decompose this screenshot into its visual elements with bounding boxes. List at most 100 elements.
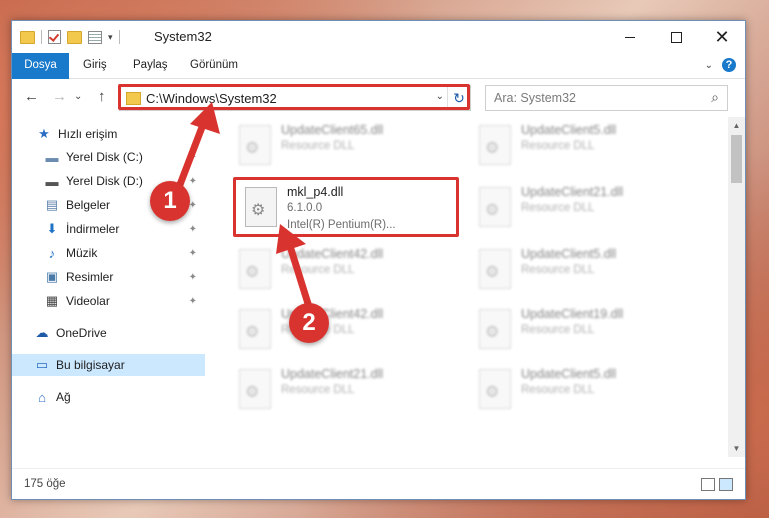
window-title: System32 — [154, 29, 212, 44]
pictures-icon: ▣ — [45, 269, 59, 284]
network-icon: ⌂ — [38, 389, 46, 405]
computer-icon: ▭ — [35, 357, 49, 372]
up-button[interactable]: ↑ — [98, 88, 106, 105]
file-item[interactable]: UpdateClient5.dll Resource DLL — [463, 117, 693, 173]
explorer-window: ▾ System32 ✕ Dosya Giriş Paylaş Görünüm … — [11, 20, 746, 500]
file-item[interactable]: UpdateClient42.dll Resource DLL — [223, 301, 453, 357]
documents-icon: ▤ — [45, 197, 59, 212]
dll-file-icon — [479, 309, 511, 349]
properties-check-icon[interactable] — [48, 30, 61, 44]
sidebar-item-videolar[interactable]: ▦ Videolar ✦ — [12, 290, 205, 312]
sidebar-item-label: Resimler — [66, 270, 114, 284]
file-description: Resource DLL — [521, 202, 595, 214]
star-icon: ★ — [38, 126, 50, 141]
vertical-scrollbar[interactable]: ▲ ▼ — [728, 117, 745, 457]
tiles-view-icon[interactable] — [719, 478, 733, 491]
sidebar-item-label: Hızlı erişim — [58, 127, 118, 141]
file-item[interactable]: UpdateClient19.dll Resource DLL — [463, 301, 693, 357]
search-input[interactable]: Ara: System32 — [494, 91, 576, 105]
forward-button[interactable]: → — [52, 88, 67, 105]
dll-file-icon — [479, 125, 511, 165]
sidebar-item-indirmeler[interactable]: ⬇ İndirmeler ✦ — [12, 218, 205, 240]
sidebar-item-muzik[interactable]: ♪ Müzik ✦ — [12, 242, 205, 264]
file-item[interactable]: UpdateClient5.dll Resource DLL — [463, 241, 693, 297]
dll-file-icon — [479, 249, 511, 289]
pin-icon: ✦ — [188, 271, 197, 283]
step-badge-1: 1 — [150, 181, 190, 221]
dll-file-icon — [239, 369, 271, 409]
folder-icon[interactable] — [20, 30, 35, 44]
quick-access-toolbar: ▾ — [20, 30, 120, 44]
list-icon[interactable] — [88, 30, 102, 44]
music-icon: ♪ — [48, 245, 56, 261]
maximize-button[interactable] — [653, 21, 699, 53]
minimize-icon — [625, 36, 635, 38]
file-item[interactable]: UpdateClient5.dll Resource DLL — [463, 361, 693, 417]
file-description: Resource DLL — [521, 140, 595, 152]
file-description: Resource DLL — [281, 140, 355, 152]
sidebar-item-label: Yerel Disk (D:) — [66, 174, 143, 188]
details-view-icon[interactable] — [701, 478, 715, 491]
new-folder-icon[interactable] — [67, 30, 82, 44]
sidebar-item-label: Bu bilgisayar — [56, 358, 125, 372]
qat-separator — [41, 30, 42, 44]
title-bar: ▾ System32 ✕ — [12, 21, 745, 53]
scroll-up-icon[interactable]: ▲ — [728, 117, 745, 134]
dll-file-icon — [479, 187, 511, 227]
maximize-icon — [670, 31, 682, 43]
qat-separator — [118, 30, 120, 44]
ribbon-expand-icon[interactable]: ⌄ — [705, 60, 713, 71]
search-box[interactable]: Ara: System32 ⌕ — [485, 85, 728, 111]
file-item[interactable]: UpdateClient21.dll Resource DLL — [223, 361, 453, 417]
file-description: Resource DLL — [281, 384, 355, 396]
drive-icon: ▬ — [45, 173, 59, 189]
scroll-thumb[interactable] — [731, 135, 742, 183]
cloud-icon: ☁ — [35, 325, 49, 340]
sidebar-item-label: Müzik — [66, 246, 98, 260]
recent-locations-icon[interactable]: ⌄ — [74, 91, 82, 102]
dll-file-icon — [239, 249, 271, 289]
sidebar-item-onedrive[interactable]: ☁ OneDrive — [12, 322, 205, 344]
sidebar-item-resimler[interactable]: ▣ Resimler ✦ — [12, 266, 205, 288]
back-button[interactable]: ← — [24, 88, 39, 105]
download-icon: ⬇ — [46, 221, 58, 236]
help-icon[interactable]: ? — [722, 58, 736, 72]
file-item[interactable]: UpdateClient65.dll Resource DLL — [223, 117, 453, 173]
window-controls: ✕ — [607, 21, 745, 53]
tab-giris[interactable]: Giriş — [83, 53, 107, 78]
file-highlight-box — [233, 177, 459, 237]
videos-icon: ▦ — [45, 293, 59, 308]
file-name: UpdateClient5.dll — [521, 247, 617, 261]
sidebar-item-network[interactable]: ⌂ Ağ — [12, 386, 205, 408]
sidebar-item-label: Belgeler — [66, 198, 111, 212]
tab-gorunum[interactable]: Görünüm — [190, 53, 238, 78]
file-name: UpdateClient65.dll — [281, 123, 384, 137]
scroll-down-icon[interactable]: ▼ — [728, 440, 745, 457]
file-name: UpdateClient5.dll — [521, 123, 617, 137]
file-name: UpdateClient5.dll — [521, 367, 617, 381]
file-description: Resource DLL — [521, 264, 595, 276]
tab-paylas[interactable]: Paylaş — [133, 53, 168, 78]
file-item[interactable]: UpdateClient21.dll Resource DLL — [463, 179, 693, 235]
sidebar-item-this-pc[interactable]: ▭ Bu bilgisayar — [12, 354, 205, 376]
sidebar-item-label: Videolar — [66, 294, 110, 308]
minimize-button[interactable] — [607, 21, 653, 53]
navigation-bar: ← → ⌄ ↑ C:\Windows\System32 ⌄ ↻ Ara: Sys… — [12, 79, 745, 115]
pin-icon: ✦ — [188, 223, 197, 235]
dll-file-icon — [239, 125, 271, 165]
close-button[interactable]: ✕ — [699, 21, 745, 53]
file-name: UpdateClient19.dll — [521, 307, 624, 321]
pin-icon: ✦ — [188, 295, 197, 307]
drive-icon: ▬ — [45, 149, 59, 165]
dll-file-icon — [479, 369, 511, 409]
sidebar-item-label: İndirmeler — [66, 222, 120, 236]
sidebar-item-label: OneDrive — [56, 326, 107, 340]
close-icon: ✕ — [714, 27, 730, 47]
file-name: UpdateClient21.dll — [281, 367, 384, 381]
search-icon[interactable]: ⌕ — [711, 89, 719, 106]
file-name: UpdateClient21.dll — [521, 185, 624, 199]
qat-dropdown-icon[interactable]: ▾ — [108, 32, 113, 43]
sidebar-item-label: Ağ — [56, 390, 71, 404]
pin-icon: ✦ — [188, 247, 197, 259]
file-item[interactable]: UpdateClient42.dll Resource DLL — [223, 241, 453, 297]
